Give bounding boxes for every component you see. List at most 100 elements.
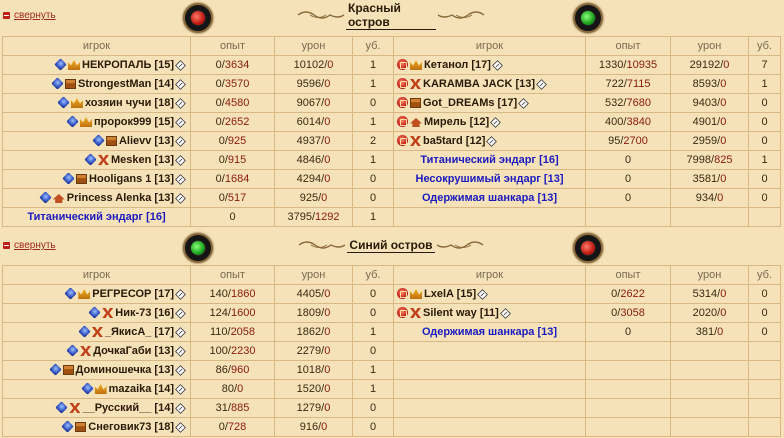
empty-cell	[670, 398, 749, 418]
damage-cell: 2959/0	[670, 131, 749, 151]
player-name-link[interactable]: НЕКРОПАЛЬ [15]	[82, 59, 174, 71]
kills-cell-value: 1	[369, 364, 377, 376]
kills-cell: 0	[748, 112, 781, 132]
player-info-icon[interactable]	[175, 365, 186, 376]
kills-cell-value: 0	[761, 135, 768, 147]
table-row: РЕГРЕСОР [17] 140/1860 4405/0 0 LxelA [15] 0/…	[2, 284, 781, 304]
red-alignment-icon	[397, 307, 408, 318]
player-info-icon[interactable]	[175, 60, 186, 71]
player-info-icon[interactable]	[175, 422, 186, 433]
ornament-left-icon	[297, 239, 347, 251]
player-info-icon[interactable]	[175, 98, 186, 109]
player-name-link[interactable]: пророк999 [15]	[94, 116, 174, 128]
damage-cell-secondary-value: 0	[321, 421, 328, 433]
damage-cell: 4937/0	[274, 131, 353, 151]
blue-alignment-icon	[66, 344, 79, 357]
player-info-icon[interactable]	[490, 117, 502, 128]
player-name-link[interactable]: __Русский__ [14]	[82, 402, 174, 414]
exp-cell-value: 0	[624, 192, 632, 204]
exp-cell-value: 80	[221, 383, 235, 395]
crown-rank-icon	[68, 60, 81, 70]
player-info-icon[interactable]	[491, 60, 503, 71]
player-name-link[interactable]: Got_DREAMs [17]	[423, 97, 517, 109]
player-name-link[interactable]: Silent way [11]	[423, 307, 499, 319]
monster-name-link[interactable]: Одержимая шанкара [13]	[422, 326, 557, 338]
player-info-icon[interactable]	[518, 98, 530, 109]
exp-cell: 86/960	[190, 360, 275, 380]
player-info-icon[interactable]	[175, 117, 186, 128]
damage-cell-secondary-value: 0	[324, 383, 331, 395]
player-info-icon[interactable]	[486, 136, 498, 147]
player-info-icon[interactable]	[175, 79, 186, 90]
mark-rank-icon	[69, 403, 81, 413]
player-name-link[interactable]: хозяин чучи [18]	[85, 97, 174, 109]
monster-name-link[interactable]: Титанический эндарг [16]	[27, 211, 165, 223]
kills-cell: 1	[352, 207, 394, 227]
table-row: Ник-73 [16] 124/1600 1809/0 0 Silent way [11…	[2, 303, 781, 323]
blue-alignment-icon	[57, 96, 70, 109]
player-name-link[interactable]: ba5tard [12]	[423, 135, 485, 147]
player-name-link[interactable]: Ник-73 [16]	[115, 307, 174, 319]
player-info-icon[interactable]	[175, 346, 186, 357]
player-info-icon[interactable]	[477, 289, 489, 300]
damage-cell-value: 4901	[692, 116, 718, 128]
collapse-button[interactable]: свернуть	[3, 240, 56, 251]
player-name-link[interactable]: ДочкаГаби [13]	[93, 345, 174, 357]
player-name-link[interactable]: StrongestMan [14]	[78, 78, 174, 90]
player-cell: Титанический эндарг [16]	[2, 207, 191, 227]
kills-cell: 1	[352, 112, 394, 132]
player-name-link[interactable]: РЕГРЕСОР [17]	[92, 288, 174, 300]
kills-cell-value: 1	[369, 116, 377, 128]
damage-cell-value: 7998	[686, 154, 712, 166]
player-info-icon[interactable]	[499, 308, 511, 319]
player-info-icon[interactable]	[175, 289, 186, 300]
collapse-button[interactable]: свернуть	[3, 10, 56, 21]
player-name-link[interactable]: Мирель [12]	[424, 116, 489, 128]
damage-cell-secondary-value: 0	[717, 192, 724, 204]
player-name-link[interactable]: KARAMBA JACK [13]	[423, 78, 535, 90]
exp-cell-value: 400	[605, 116, 624, 128]
player-info-icon[interactable]	[175, 174, 186, 185]
player-info-icon[interactable]	[175, 136, 186, 147]
exp-cell-secondary-value: 915	[227, 154, 247, 166]
monster-name-link[interactable]: Титанический эндарг [16]	[420, 154, 558, 166]
player-info-icon[interactable]	[175, 384, 186, 395]
player-name-link[interactable]: Hooligans 1 [13]	[89, 173, 174, 185]
player-name-link[interactable]: Alievv [13]	[119, 135, 174, 147]
player-cell: __Русский__ [14]	[2, 398, 191, 418]
exp-cell: 0	[585, 150, 671, 170]
monster-name-link[interactable]: Несокрушимый эндарг [13]	[416, 173, 564, 185]
player-name-link[interactable]: Доминошечка [13]	[76, 364, 174, 376]
monster-name-link[interactable]: Одержимая шанкара [13]	[422, 192, 557, 204]
player-name-link[interactable]: LxelA [15]	[424, 288, 476, 300]
player-info-icon[interactable]	[175, 327, 186, 338]
player-name-link[interactable]: Princess Alenka [13]	[67, 192, 174, 204]
player-name-link[interactable]: mazaika [14]	[109, 383, 174, 395]
player-info-icon[interactable]	[175, 403, 186, 414]
kills-cell: 0	[352, 417, 394, 437]
player-cell: Silent way [11]	[393, 303, 586, 323]
blue-alignment-icon	[64, 287, 77, 300]
player-name-link[interactable]: Снеговик73 [18]	[88, 421, 174, 433]
section-title: Синий остров	[347, 237, 435, 253]
player-info-icon[interactable]	[536, 79, 547, 90]
damage-cell-secondary-value: 0	[324, 364, 331, 376]
damage-cell: 2020/0	[670, 303, 749, 323]
mark-rank-icon	[410, 136, 421, 146]
exp-cell: 0/2622	[585, 284, 671, 304]
red-alignment-icon	[397, 59, 408, 70]
kills-cell-value: 0	[369, 402, 377, 414]
player-cell: Одержимая шанкара [13]	[393, 188, 586, 208]
player-name-link[interactable]: Mesken [13]	[111, 154, 174, 166]
empty-cell	[670, 207, 749, 227]
damage-cell-value: 5314	[692, 288, 718, 300]
player-info-icon[interactable]	[175, 308, 186, 319]
player-info-icon[interactable]	[175, 155, 186, 166]
player-name-link[interactable]: _ЯкисА_ [17]	[105, 326, 174, 338]
player-info-icon[interactable]	[175, 193, 186, 204]
damage-cell-secondary-value: 0	[324, 78, 331, 90]
player-name-link[interactable]: Кетанол [17]	[424, 59, 491, 71]
kills-cell: 0	[748, 131, 781, 151]
damage-cell: 5314/0	[670, 284, 749, 304]
exp-cell-secondary-value: 3570	[224, 78, 250, 90]
